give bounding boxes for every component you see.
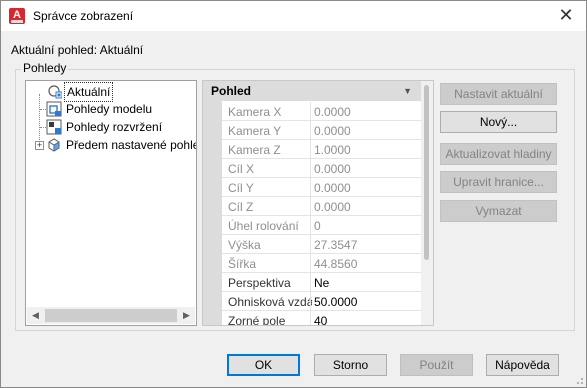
property-value[interactable]: 50.0000 bbox=[314, 295, 357, 309]
resize-grip-icon[interactable] bbox=[574, 375, 584, 385]
help-button[interactable]: Nápověda bbox=[486, 354, 559, 376]
property-separator bbox=[310, 140, 311, 159]
layout-views-icon bbox=[46, 119, 62, 135]
delete-button[interactable]: Vymazat bbox=[440, 200, 557, 222]
property-row[interactable]: Zorné pole 40 bbox=[222, 311, 422, 326]
property-value[interactable]: 40 bbox=[314, 314, 327, 325]
property-name: Kamera Z bbox=[228, 143, 281, 157]
property-value[interactable]: Ne bbox=[314, 276, 329, 290]
autocad-app-icon: A bbox=[9, 8, 25, 24]
property-separator bbox=[310, 311, 311, 325]
properties-panel: Pohled ▼ Kamera X 0.0000 Kamera Y 0.0000 Kam… bbox=[202, 80, 434, 326]
property-row[interactable]: Cíl X 0.0000 bbox=[222, 159, 422, 178]
property-name: Kamera Y bbox=[228, 124, 282, 138]
tree-connector bbox=[39, 94, 40, 146]
property-name: Perspektiva bbox=[228, 276, 291, 290]
scroll-right-icon[interactable]: ▶ bbox=[178, 307, 195, 324]
title-bar: A Správce zobrazení ✕ bbox=[1, 1, 586, 31]
set-current-button[interactable]: Nastavit aktuální bbox=[440, 83, 557, 105]
apply-button[interactable]: Použít bbox=[400, 354, 473, 376]
property-separator bbox=[310, 159, 311, 178]
current-view-icon bbox=[48, 85, 62, 99]
close-icon[interactable]: ✕ bbox=[556, 5, 576, 25]
property-value: 0.0000 bbox=[314, 105, 351, 119]
property-row[interactable]: Cíl Z 0.0000 bbox=[222, 197, 422, 216]
properties-scrollbar[interactable] bbox=[421, 81, 433, 325]
property-name: Kamera X bbox=[228, 105, 282, 119]
property-row[interactable]: Kamera Z 1.0000 bbox=[222, 140, 422, 159]
property-row[interactable]: Ohnisková vzdálenost50.0000 bbox=[222, 292, 422, 311]
view-manager-dialog: A Správce zobrazení ✕ Aktuální pohled: A… bbox=[0, 0, 587, 388]
property-value: 0.0000 bbox=[314, 162, 351, 176]
property-separator bbox=[310, 254, 311, 273]
property-name: Výška bbox=[228, 238, 261, 252]
property-row[interactable]: Úhel rolování 0 bbox=[222, 216, 422, 235]
views-tree[interactable]: Aktuální Pohledy modelu Pohledy rozvržen… bbox=[25, 80, 197, 326]
property-name: Ohnisková vzdálenost bbox=[228, 295, 312, 309]
property-row[interactable]: Kamera Y 0.0000 bbox=[222, 121, 422, 140]
property-row[interactable]: Výška 27.3547 bbox=[222, 235, 422, 254]
views-group-label: Pohledy bbox=[21, 61, 69, 75]
property-separator bbox=[310, 178, 311, 197]
tree-horizontal-scrollbar[interactable]: ◀ ▶ bbox=[27, 307, 195, 324]
property-value: 0.0000 bbox=[314, 200, 351, 214]
cancel-button[interactable]: Storno bbox=[314, 354, 387, 376]
update-layers-button[interactable]: Aktualizovat hladiny bbox=[440, 143, 557, 165]
property-value: 0 bbox=[314, 219, 321, 233]
tree-item-label: Aktuální bbox=[64, 82, 114, 102]
property-row[interactable]: Šířka 44.8560 bbox=[222, 254, 422, 273]
preset-views-icon bbox=[48, 138, 60, 152]
tree-item-label: Pohledy modelu bbox=[66, 102, 153, 116]
expand-icon[interactable]: + bbox=[35, 141, 44, 150]
model-views-icon bbox=[46, 101, 62, 117]
property-row[interactable]: Kamera X 0.0000 bbox=[222, 102, 422, 121]
new-view-button[interactable]: Nový... bbox=[440, 111, 557, 133]
property-separator bbox=[310, 102, 311, 121]
edit-boundaries-button[interactable]: Upravit hranice... bbox=[440, 171, 557, 193]
scroll-left-icon[interactable]: ◀ bbox=[27, 307, 44, 324]
tree-item-label: Pohledy rozvržení bbox=[66, 120, 163, 134]
property-separator bbox=[310, 197, 311, 216]
scroll-thumb[interactable] bbox=[424, 85, 429, 260]
property-value: 44.8560 bbox=[314, 257, 358, 271]
property-row[interactable]: Perspektiva Ne bbox=[222, 273, 422, 292]
property-separator bbox=[310, 121, 311, 140]
property-name: Zorné pole bbox=[228, 314, 286, 326]
window-title: Správce zobrazení bbox=[33, 9, 134, 23]
property-separator bbox=[310, 216, 311, 235]
property-value: 0.0000 bbox=[314, 181, 351, 195]
property-name: Cíl Y bbox=[228, 181, 254, 195]
property-value: 27.3547 bbox=[314, 238, 358, 252]
section-title: Pohled bbox=[211, 84, 252, 98]
tree-item-label: Předem nastavené pohledy bbox=[66, 138, 196, 152]
properties-gutter bbox=[203, 101, 222, 325]
property-name: Cíl Z bbox=[228, 200, 254, 214]
properties-section-header[interactable]: Pohled ▼ bbox=[203, 81, 422, 101]
property-value: 0.0000 bbox=[314, 124, 351, 138]
property-row[interactable]: Cíl Y 0.0000 bbox=[222, 178, 422, 197]
current-view-label: Aktuální pohled: Aktuální bbox=[11, 43, 144, 57]
property-separator bbox=[310, 292, 311, 311]
ok-button[interactable]: OK bbox=[227, 354, 300, 376]
property-name: Úhel rolování bbox=[228, 219, 299, 233]
property-value: 1.0000 bbox=[314, 143, 351, 157]
property-separator bbox=[310, 235, 311, 254]
chevron-down-icon[interactable]: ▼ bbox=[403, 81, 412, 101]
property-name: Cíl X bbox=[228, 162, 255, 176]
property-separator bbox=[310, 273, 311, 292]
scroll-thumb[interactable] bbox=[45, 309, 177, 322]
property-name: Šířka bbox=[228, 257, 257, 271]
